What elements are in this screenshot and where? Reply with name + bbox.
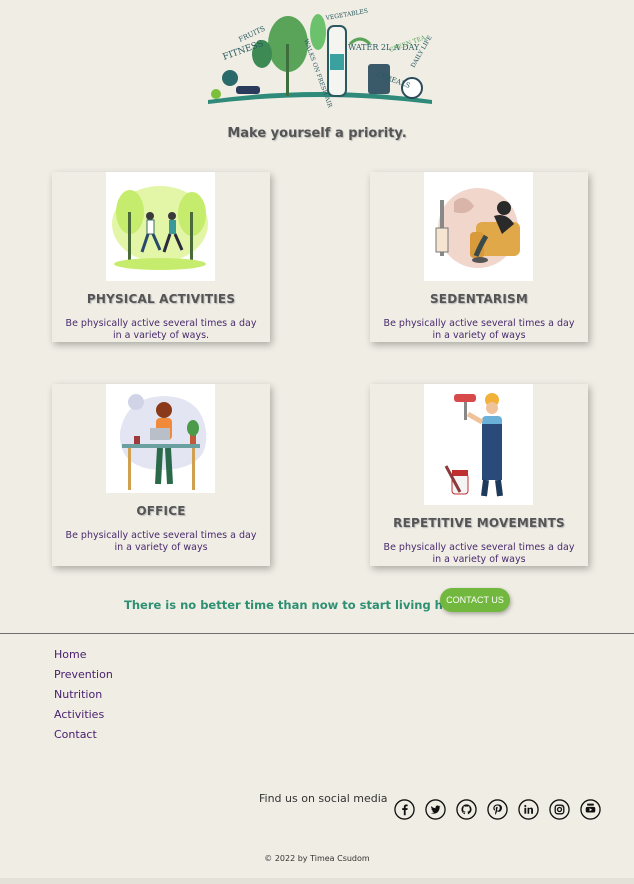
card-title: REPETITIVE MOVEMENTS [393, 516, 565, 530]
runners-image [106, 172, 215, 281]
footer-link-home[interactable]: Home [54, 648, 113, 668]
page-tagline: Make yourself a priority. [227, 126, 407, 141]
footer-divider [0, 633, 634, 634]
footer-link-prevention[interactable]: Prevention [54, 668, 113, 688]
cta-text: There is no better time than now to star… [124, 598, 487, 612]
card-repetitive-movements: REPETITIVE MOVEMENTS Be physically activ… [370, 384, 588, 566]
instagram-icon[interactable] [549, 799, 570, 820]
card-description: Be physically active several times a day… [383, 318, 575, 341]
card-physical-activities: PHYSICAL ACTIVITIES Be physically active… [52, 172, 270, 342]
hero-logo-illustration: FITNESS FRUITS WALKS ON FRESH AIR VEGETA… [208, 8, 434, 109]
youtube-icon[interactable] [580, 799, 601, 820]
twitter-icon[interactable] [425, 799, 446, 820]
social-label: Find us on social media [259, 792, 388, 805]
github-icon[interactable] [456, 799, 477, 820]
facebook-icon[interactable] [394, 799, 415, 820]
card-title: PHYSICAL ACTIVITIES [86, 292, 236, 306]
logo-word-vegetables: VEGETABLES [324, 8, 368, 22]
footer-link-nutrition[interactable]: Nutrition [54, 688, 113, 708]
card-description: Be physically active several times a day… [65, 318, 257, 341]
painter-image [424, 384, 533, 505]
card-title: OFFICE [136, 504, 186, 518]
footer-nav: Home Prevention Nutrition Activities Con… [54, 648, 113, 748]
card-office: OFFICE Be physically active several time… [52, 384, 270, 566]
card-sedentarism: SEDENTARISM Be physically active several… [370, 172, 588, 342]
footer-link-contact[interactable]: Contact [54, 728, 113, 748]
card-description: Be physically active several times a day… [65, 530, 257, 553]
couch-sitting-image [424, 172, 533, 281]
pinterest-icon[interactable] [487, 799, 508, 820]
copyright: © 2022 by Timea Csudom [264, 854, 370, 863]
contact-us-button[interactable]: CONTACT US [440, 588, 510, 612]
bottom-strip [0, 878, 634, 884]
desk-worker-image [106, 384, 215, 493]
card-description: Be physically active several times a day… [383, 542, 575, 565]
linkedin-icon[interactable] [518, 799, 539, 820]
social-icons [394, 799, 601, 820]
footer-link-activities[interactable]: Activities [54, 708, 113, 728]
card-title: SEDENTARISM [429, 292, 529, 306]
